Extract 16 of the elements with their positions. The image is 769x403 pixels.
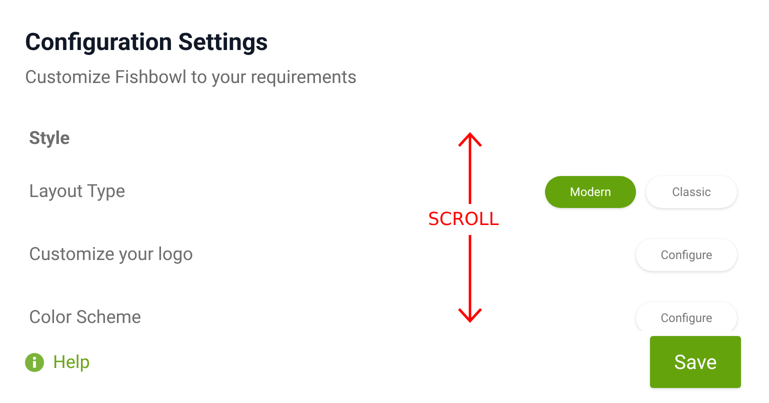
page-title: Configuration Settings <box>25 27 268 58</box>
configure-button[interactable]: Configure <box>636 238 737 270</box>
setting-label: Color Scheme <box>29 306 142 330</box>
page-subtitle: Customize Fishbowl to your requirements <box>25 66 357 90</box>
help-link[interactable]: Help <box>25 348 90 376</box>
down-arrow-icon <box>455 235 485 323</box>
save-button[interactable]: Save <box>650 336 741 388</box>
configure-button[interactable]: Configure <box>636 302 737 331</box>
scroll-annotation: SCROLL <box>428 208 499 232</box>
setting-label: Customize your logo <box>29 243 194 267</box>
layout-option[interactable]: Classic <box>646 176 737 208</box>
info-icon <box>25 352 44 372</box>
up-arrow-icon <box>455 132 485 204</box>
setting-label: Layout Type <box>29 180 126 204</box>
layout-option[interactable]: Modern <box>545 176 636 208</box>
section-heading: Style <box>29 127 70 151</box>
